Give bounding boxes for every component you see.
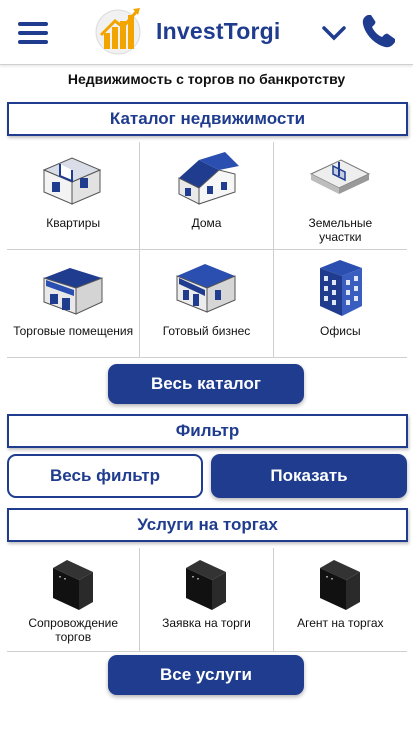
- catalog-item-ready-business[interactable]: Готовый бизнес: [140, 250, 274, 358]
- services-section-title: Услуги на торгах: [7, 508, 408, 542]
- cafe-business-icon: [176, 264, 236, 313]
- catalog-item-label: Торговые помещения: [13, 324, 134, 338]
- all-catalog-button[interactable]: Весь каталог: [108, 364, 304, 404]
- catalog-item-label: Земельные участки: [308, 216, 373, 244]
- service-item-application[interactable]: Заявка на торги: [140, 548, 274, 652]
- service-item-support[interactable]: Сопровождение торгов: [7, 548, 141, 652]
- app-header: InvestTorgi: [0, 0, 413, 65]
- land-plot-icon: [310, 159, 371, 194]
- brand-name[interactable]: InvestTorgi: [156, 18, 280, 45]
- show-button[interactable]: Показать: [211, 454, 407, 498]
- catalog-section-title: Каталог недвижимости: [7, 102, 408, 136]
- catalog-item-label: Квартиры: [46, 216, 101, 230]
- black-box-icon: [320, 560, 361, 610]
- chevron-down-icon[interactable]: [321, 24, 347, 42]
- all-filter-button[interactable]: Весь фильтр: [7, 454, 203, 498]
- services-grid: Сопровождение торгов Заявка на торги Аге…: [7, 548, 407, 652]
- catalog-grid: Квартиры Дома Земельные участки Торговые…: [7, 142, 407, 358]
- page-subtitle: Недвижимость с торгов по банкротству: [67, 71, 346, 87]
- service-item-label: Сопровождение торгов: [28, 616, 118, 644]
- catalog-item-offices[interactable]: Офисы: [273, 250, 407, 358]
- catalog-item-label: Дома: [191, 216, 222, 230]
- catalog-item-label: Готовый бизнес: [162, 324, 251, 338]
- house-icon: [178, 152, 240, 205]
- black-box-icon: [186, 560, 227, 610]
- shop-icon: [43, 268, 103, 315]
- catalog-item-apartments[interactable]: Квартиры: [7, 142, 141, 250]
- service-item-label: Агент на торгах: [297, 616, 384, 630]
- office-building-icon: [320, 260, 363, 316]
- catalog-item-label: Офисы: [320, 324, 361, 338]
- apartment-icon: [42, 157, 102, 205]
- hamburger-menu-icon[interactable]: [18, 20, 48, 46]
- catalog-item-retail[interactable]: Торговые помещения: [7, 250, 141, 358]
- service-item-agent[interactable]: Агент на торгах: [273, 548, 407, 652]
- phone-icon[interactable]: [360, 12, 398, 50]
- catalog-item-houses[interactable]: Дома: [140, 142, 274, 250]
- black-box-icon: [53, 560, 94, 610]
- catalog-item-land-plots[interactable]: Земельные участки: [273, 142, 407, 250]
- filter-section-title: Фильтр: [7, 414, 408, 448]
- service-item-label: Заявка на торги: [162, 616, 251, 630]
- all-services-button[interactable]: Все услуги: [108, 655, 304, 695]
- logo-icon[interactable]: [93, 5, 147, 55]
